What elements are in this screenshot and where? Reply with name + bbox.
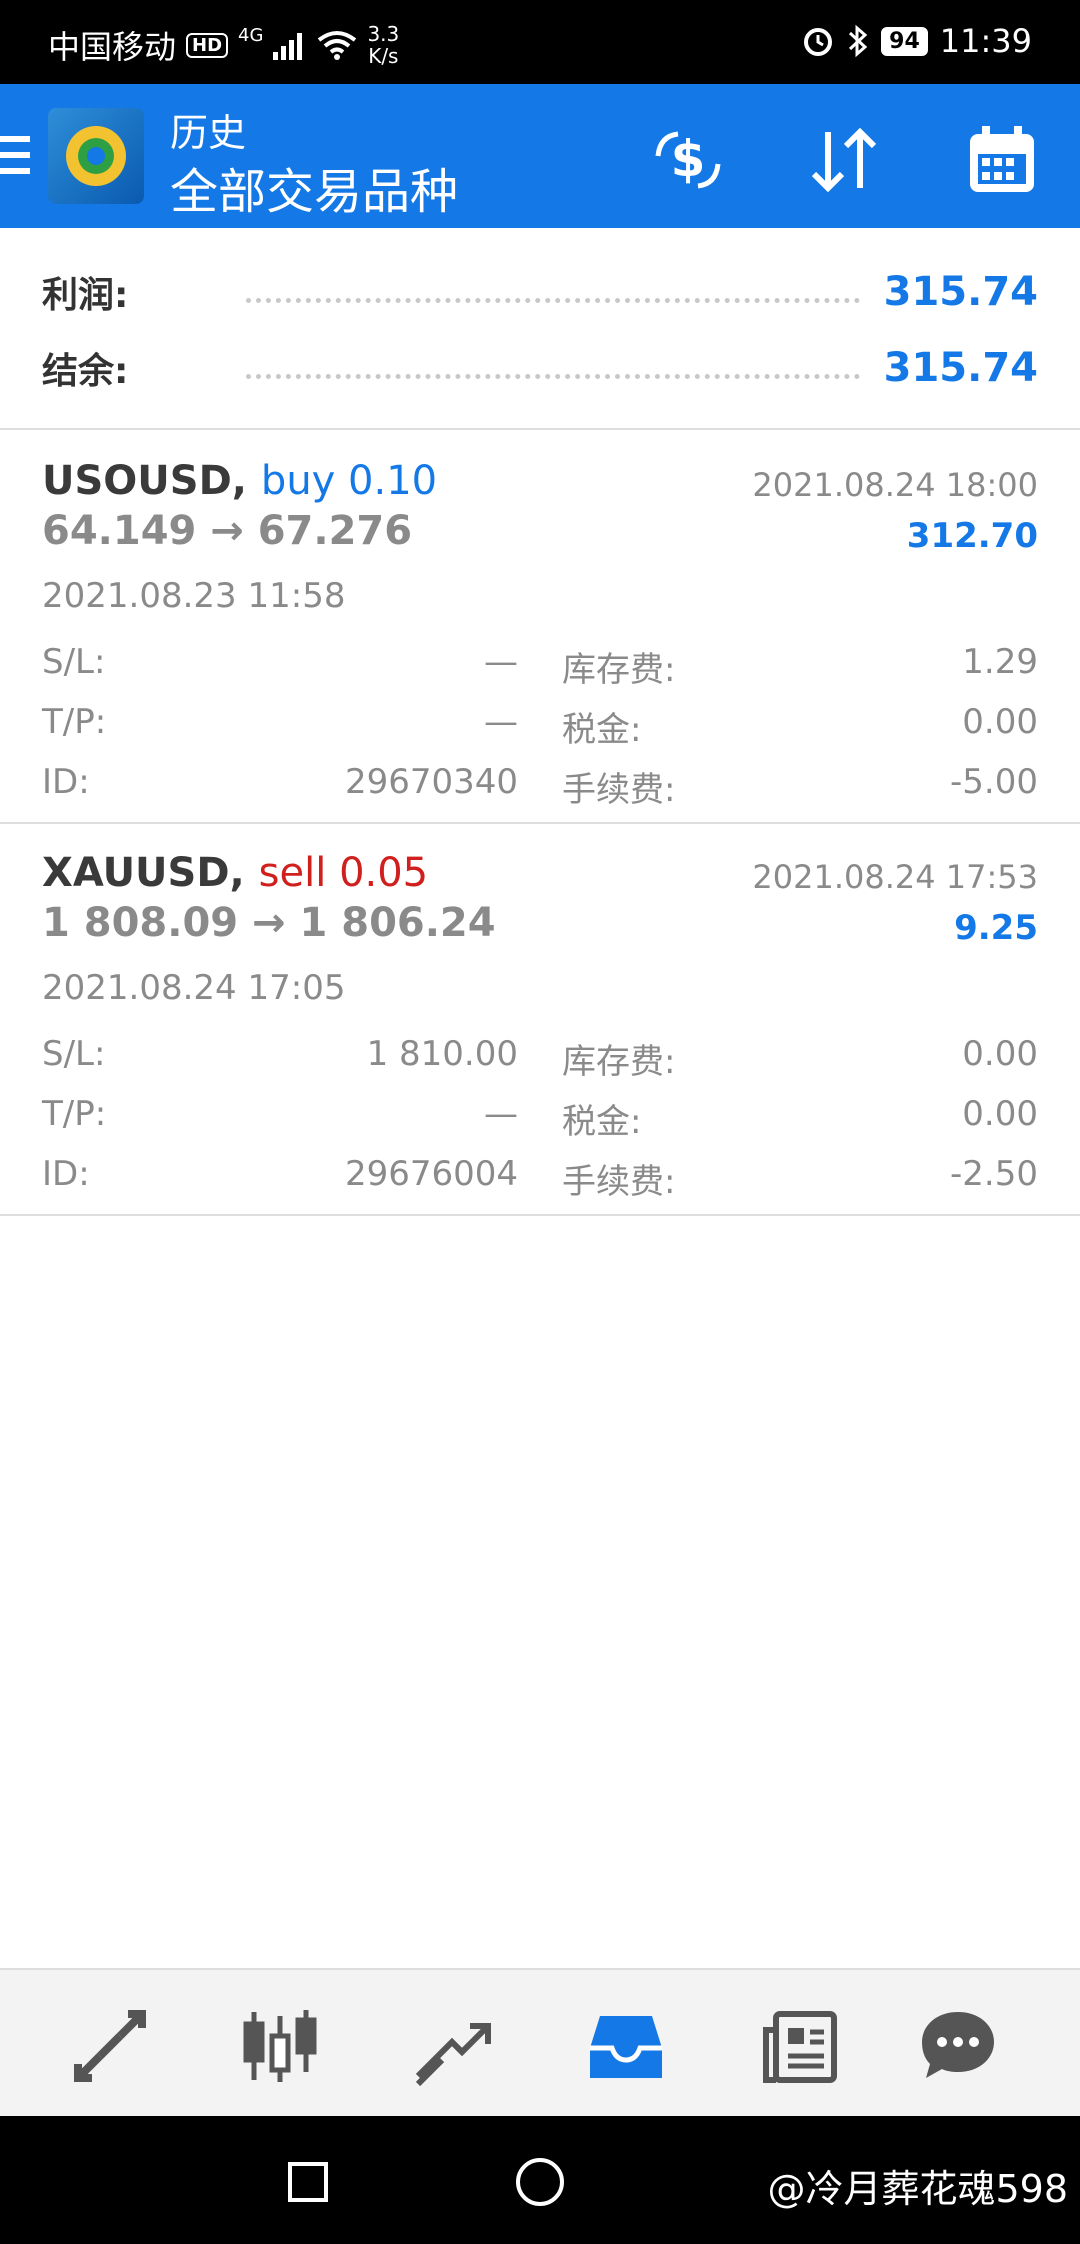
network-speed: 3.3 K/s bbox=[367, 23, 399, 67]
price-range: 1 808.09 → 1 806.24 bbox=[42, 900, 496, 946]
bottom-navigation bbox=[0, 1968, 1080, 2116]
trade-icon[interactable] bbox=[412, 2006, 492, 2086]
tp-value: — bbox=[484, 702, 518, 742]
status-bar: 中国移动 HD 4G 3.3 K/s 94 11:39 bbox=[0, 0, 1080, 84]
hd-badge: HD bbox=[186, 32, 229, 58]
history-inbox-icon[interactable] bbox=[586, 2006, 666, 2086]
menu-icon[interactable] bbox=[0, 136, 30, 180]
trade-symbol: XAUUSD, sell 0.05 bbox=[42, 850, 428, 896]
alarm-icon bbox=[804, 28, 833, 56]
news-icon[interactable] bbox=[760, 2006, 840, 2086]
sl-label: S/L: bbox=[42, 1034, 106, 1074]
id-value: 29676004 bbox=[344, 1154, 518, 1194]
fee-value: -5.00 bbox=[950, 762, 1038, 802]
app-logo bbox=[48, 108, 144, 204]
symbol-name: XAUUSD, bbox=[42, 850, 245, 896]
quotes-icon[interactable] bbox=[70, 2006, 150, 2086]
bluetooth-icon bbox=[849, 24, 868, 58]
clock: 11:39 bbox=[939, 22, 1032, 60]
signal-icon bbox=[273, 33, 303, 60]
symbol-name: USOUSD, bbox=[42, 458, 247, 504]
open-time: 2021.08.24 17:05 bbox=[42, 968, 346, 1008]
tax-value: 0.00 bbox=[962, 702, 1038, 742]
chat-icon[interactable] bbox=[918, 2006, 998, 2086]
app-bar: 历史 全部交易品种 $ bbox=[0, 84, 1080, 228]
fee-label: 手续费: bbox=[562, 770, 676, 810]
trade-row[interactable]: USOUSD, buy 0.10 2021.08.24 18:00 64.149… bbox=[0, 432, 1080, 824]
svg-text:$: $ bbox=[671, 130, 706, 188]
wifi-icon bbox=[318, 31, 357, 60]
id-label: ID: bbox=[42, 1154, 90, 1194]
currency-exchange-icon[interactable]: $ bbox=[650, 122, 726, 198]
tp-label: T/P: bbox=[42, 1094, 107, 1134]
sl-label: S/L: bbox=[42, 642, 106, 682]
home-button[interactable] bbox=[516, 2158, 564, 2206]
swap-label: 库存费: bbox=[562, 1042, 676, 1082]
trade-profit: 9.25 bbox=[954, 908, 1038, 948]
system-navigation-bar: @冷月葬花魂598 bbox=[0, 2116, 1080, 2244]
balance-value: 315.74 bbox=[883, 345, 1038, 391]
id-value: 29670340 bbox=[344, 762, 518, 802]
section-label: 历史 bbox=[170, 111, 247, 155]
speed-value: 3.3 bbox=[367, 22, 400, 46]
chart-candles-icon[interactable] bbox=[240, 2006, 320, 2086]
speed-unit: K/s bbox=[368, 44, 399, 68]
trade-side: sell 0.05 bbox=[258, 850, 429, 896]
fee-value: -2.50 bbox=[950, 1154, 1038, 1194]
trade-symbol: USOUSD, buy 0.10 bbox=[42, 458, 437, 504]
network-label: 4G bbox=[238, 24, 264, 46]
summary-panel: 利润: 315.74 结余: 315.74 bbox=[0, 228, 1080, 430]
swap-value: 0.00 bbox=[962, 1034, 1038, 1074]
sl-value: 1 810.00 bbox=[366, 1034, 518, 1074]
swap-value: 1.29 bbox=[962, 642, 1038, 682]
sl-value: — bbox=[484, 642, 518, 682]
tax-value: 0.00 bbox=[962, 1094, 1038, 1134]
watermark: @冷月葬花魂598 bbox=[767, 2167, 1068, 2211]
trade-side: buy 0.10 bbox=[260, 458, 438, 504]
swap-label: 库存费: bbox=[562, 650, 676, 690]
profit-value: 315.74 bbox=[883, 269, 1038, 315]
trade-profit: 312.70 bbox=[906, 516, 1038, 556]
open-time: 2021.08.23 11:58 bbox=[42, 576, 346, 616]
tax-label: 税金: bbox=[562, 710, 642, 750]
dotted-leader bbox=[246, 373, 860, 379]
profit-label: 利润: bbox=[42, 275, 129, 316]
carrier-label: 中国移动 bbox=[48, 28, 177, 66]
tax-label: 税金: bbox=[562, 1102, 642, 1142]
close-time: 2021.08.24 18:00 bbox=[752, 466, 1038, 504]
tp-value: — bbox=[484, 1094, 518, 1134]
fee-label: 手续费: bbox=[562, 1162, 676, 1202]
balance-label: 结余: bbox=[42, 351, 129, 392]
sort-icon[interactable] bbox=[806, 122, 882, 198]
tp-label: T/P: bbox=[42, 702, 107, 742]
battery-indicator: 94 bbox=[881, 26, 928, 56]
id-label: ID: bbox=[42, 762, 90, 802]
price-range: 64.149 → 67.276 bbox=[42, 508, 413, 554]
dotted-leader bbox=[246, 297, 860, 303]
page-title[interactable]: 全部交易品种 bbox=[170, 152, 458, 222]
recents-button[interactable] bbox=[288, 2162, 328, 2202]
trade-row[interactable]: XAUUSD, sell 0.05 2021.08.24 17:53 1 808… bbox=[0, 824, 1080, 1216]
calendar-icon[interactable] bbox=[964, 122, 1040, 198]
close-time: 2021.08.24 17:53 bbox=[752, 858, 1038, 896]
